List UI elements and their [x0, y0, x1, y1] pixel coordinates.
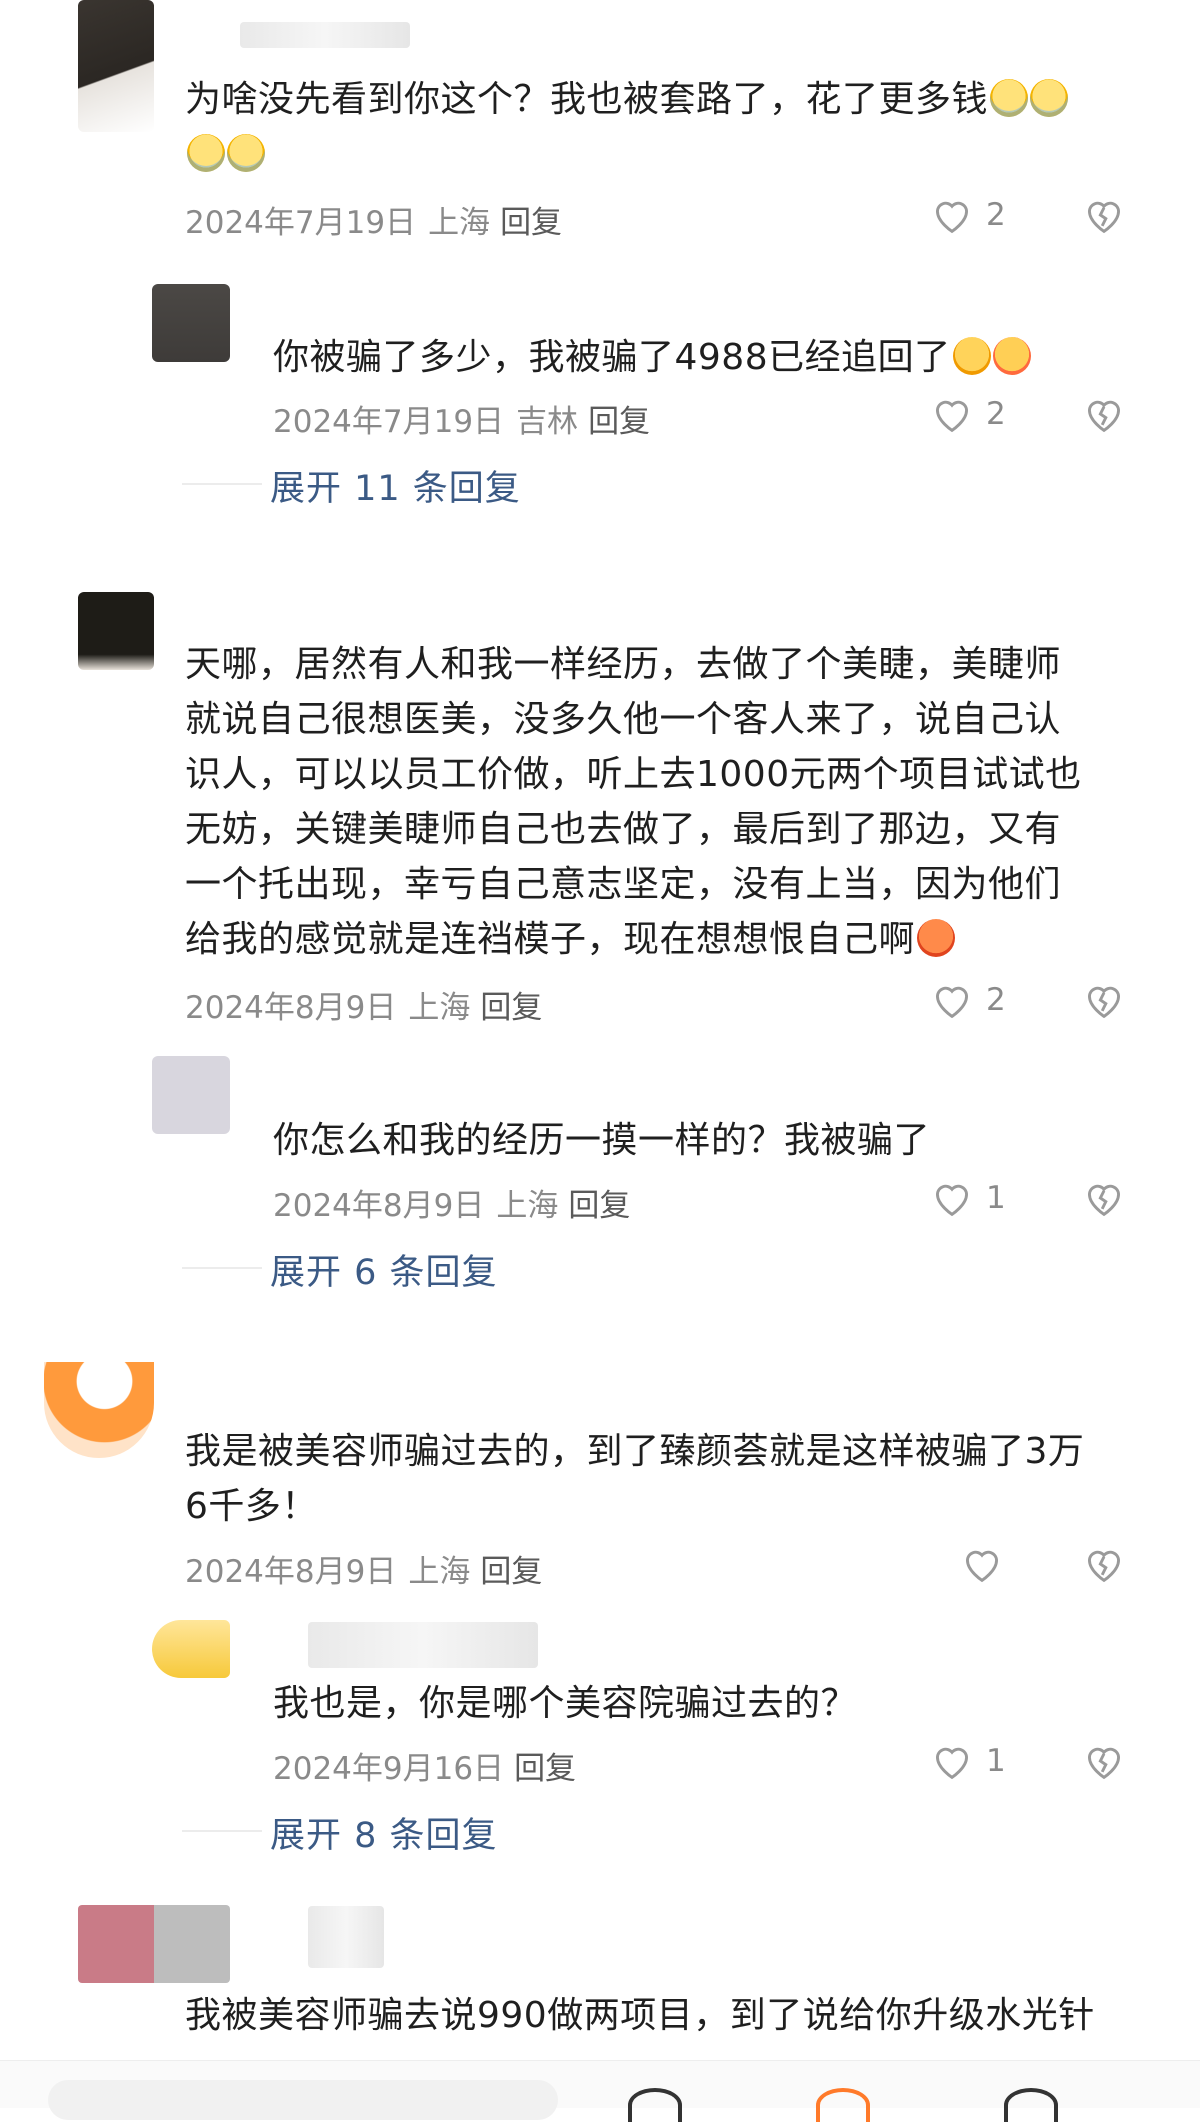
- broken-heart-icon: [1087, 400, 1121, 433]
- avatar[interactable]: [44, 1362, 154, 1458]
- comment-location: 上海: [428, 205, 491, 241]
- like-button[interactable]: [960, 1544, 1016, 1584]
- comment-icon[interactable]: [1004, 2088, 1058, 2122]
- username-blurred[interactable]: [308, 1622, 538, 1668]
- heart-outline-icon: [965, 1550, 999, 1583]
- reply-button[interactable]: 回复: [480, 990, 542, 1026]
- comment-text-line: 就说自己很想医美，没多久他一个客人来了，说自己认: [185, 699, 1062, 740]
- broken-heart-icon: [1087, 1550, 1121, 1583]
- dislike-button[interactable]: [1082, 1741, 1126, 1781]
- username-blurred[interactable]: [240, 22, 410, 48]
- heart-outline-icon: [935, 986, 969, 1019]
- comment-text: 为啥没先看到你这个？我也被套路了，花了更多钱: [185, 72, 1145, 182]
- like-button[interactable]: 1: [930, 1741, 1006, 1781]
- comment-text-line: 给我的感觉就是连裆模子，现在想想恨自己啊: [185, 919, 916, 960]
- reply-text-line: 我也是，你是哪个美容院骗过去的？: [273, 1683, 858, 1724]
- reply-location: 上海: [496, 1188, 559, 1224]
- comment-text: 我被美容师骗去说990做两项目，到了说给你升级水光针: [185, 1988, 1185, 2043]
- like-button[interactable]: 2: [930, 980, 1006, 1020]
- heart-outline-icon: [935, 201, 969, 234]
- comment-text-line: 无妨，关键美睫师自己也去做了，最后到了那边，又有: [185, 809, 1062, 850]
- reply-text-line: 你被骗了多少，我被骗了4988已经追回了: [273, 337, 951, 378]
- reply-button[interactable]: 回复: [500, 205, 562, 241]
- comment-text-line: 我被美容师骗去说990做两项目，到了说给你升级水光针: [185, 1995, 1095, 2036]
- reply-meta: 2024年8月9日 上海 回复: [273, 1180, 630, 1225]
- reply-button[interactable]: 回复: [514, 1751, 576, 1787]
- comment-meta: 2024年8月9日 上海 回复: [185, 1546, 542, 1591]
- avatar[interactable]: [78, 1905, 230, 1983]
- comment-input[interactable]: [48, 2080, 558, 2120]
- reply-date: 2024年9月16日: [273, 1751, 505, 1787]
- expand-divider: [182, 1830, 262, 1832]
- expand-replies-link[interactable]: 展开 6 条回复: [270, 1244, 498, 1295]
- comment-text-line: 一个托出现，幸亏自己意志坚定，没有上当，因为他们: [185, 864, 1062, 905]
- avatar[interactable]: [152, 1056, 230, 1134]
- reply-button[interactable]: 回复: [480, 1554, 542, 1590]
- like-icon[interactable]: [628, 2088, 682, 2122]
- comment-meta: 2024年8月9日 上海 回复: [185, 982, 542, 1027]
- reply-text: 你怎么和我的经历一摸一样的？我被骗了: [273, 1113, 1153, 1168]
- reply-text: 我也是，你是哪个美容院骗过去的？: [273, 1676, 1153, 1731]
- broken-heart-icon: [1087, 201, 1121, 234]
- expand-replies-link[interactable]: 展开 8 条回复: [270, 1807, 498, 1858]
- star-icon[interactable]: [816, 2088, 870, 2122]
- comment-text: 我是被美容师骗过去的，到了臻颜荟就是这样被骗了3万 6千多！: [185, 1424, 1165, 1534]
- crying-emoji-icon: [227, 134, 265, 172]
- like-count: 2: [986, 396, 1006, 432]
- avatar[interactable]: [152, 1620, 230, 1678]
- reply-text: 你被骗了多少，我被骗了4988已经追回了: [273, 330, 1153, 385]
- username-blurred[interactable]: [308, 1906, 384, 1968]
- expand-replies-link[interactable]: 展开 11 条回复: [270, 460, 521, 511]
- reply-meta: 2024年9月16日 回复: [273, 1743, 576, 1788]
- comment-meta: 2024年7月19日 上海 回复: [185, 197, 562, 242]
- reply-meta: 2024年7月19日 吉林 回复: [273, 396, 650, 441]
- heart-outline-icon: [935, 400, 969, 433]
- comment-date: 2024年8月9日: [185, 1554, 397, 1590]
- crying-emoji-icon: [187, 134, 225, 172]
- comment-date: 2024年8月9日: [185, 990, 397, 1026]
- dislike-button[interactable]: [1082, 394, 1126, 434]
- crying-emoji-icon: [990, 79, 1029, 117]
- like-count: 2: [986, 982, 1006, 1018]
- comment-text-line: 天哪，居然有人和我一样经历，去做了个美睫，美睫师: [185, 644, 1062, 685]
- like-count: 2: [986, 197, 1006, 233]
- reply-button[interactable]: 回复: [568, 1188, 630, 1224]
- dislike-button[interactable]: [1082, 980, 1126, 1020]
- expand-divider: [182, 483, 262, 485]
- comment-location: 上海: [408, 1554, 471, 1590]
- angry-emoji-icon: [917, 919, 956, 957]
- comment-date: 2024年7月19日: [185, 205, 417, 241]
- broken-heart-icon: [1087, 986, 1121, 1019]
- like-count: 1: [986, 1180, 1006, 1216]
- expand-divider: [182, 1267, 262, 1269]
- comment-text-line: 为啥没先看到你这个？我也被套路了，花了更多钱: [185, 79, 989, 120]
- hugging-emoji-icon: [992, 337, 1031, 375]
- reply-location: 吉林: [516, 404, 579, 440]
- reply-text-line: 你怎么和我的经历一摸一样的？我被骗了: [273, 1120, 931, 1161]
- like-button[interactable]: 2: [930, 195, 1006, 235]
- crying-emoji-icon: [1030, 79, 1069, 117]
- broken-heart-icon: [1087, 1184, 1121, 1217]
- comment-text-line: 6千多！: [185, 1486, 318, 1527]
- reply-button[interactable]: 回复: [588, 404, 650, 440]
- comment-text-line: 我是被美容师骗过去的，到了臻颜荟就是这样被骗了3万: [185, 1431, 1085, 1472]
- avatar[interactable]: [78, 592, 154, 670]
- comment-location: 上海: [408, 990, 471, 1026]
- dislike-button[interactable]: [1082, 1544, 1126, 1584]
- reply-date: 2024年8月9日: [273, 1188, 485, 1224]
- broken-heart-icon: [1087, 1747, 1121, 1780]
- comment-text: 天哪，居然有人和我一样经历，去做了个美睫，美睫师 就说自己很想医美，没多久他一个…: [185, 637, 1155, 967]
- shocked-emoji-icon: [952, 337, 991, 375]
- reply-date: 2024年7月19日: [273, 404, 505, 440]
- avatar[interactable]: [78, 0, 154, 132]
- like-button[interactable]: 2: [930, 394, 1006, 434]
- like-button[interactable]: 1: [930, 1178, 1006, 1218]
- like-count: 1: [986, 1743, 1006, 1779]
- heart-outline-icon: [935, 1747, 969, 1780]
- avatar[interactable]: [152, 284, 230, 362]
- dislike-button[interactable]: [1082, 1178, 1126, 1218]
- comment-text-line: 识人，可以以员工价做，听上去1000元两个项目试试也: [185, 754, 1082, 795]
- heart-outline-icon: [935, 1184, 969, 1217]
- dislike-button[interactable]: [1082, 195, 1126, 235]
